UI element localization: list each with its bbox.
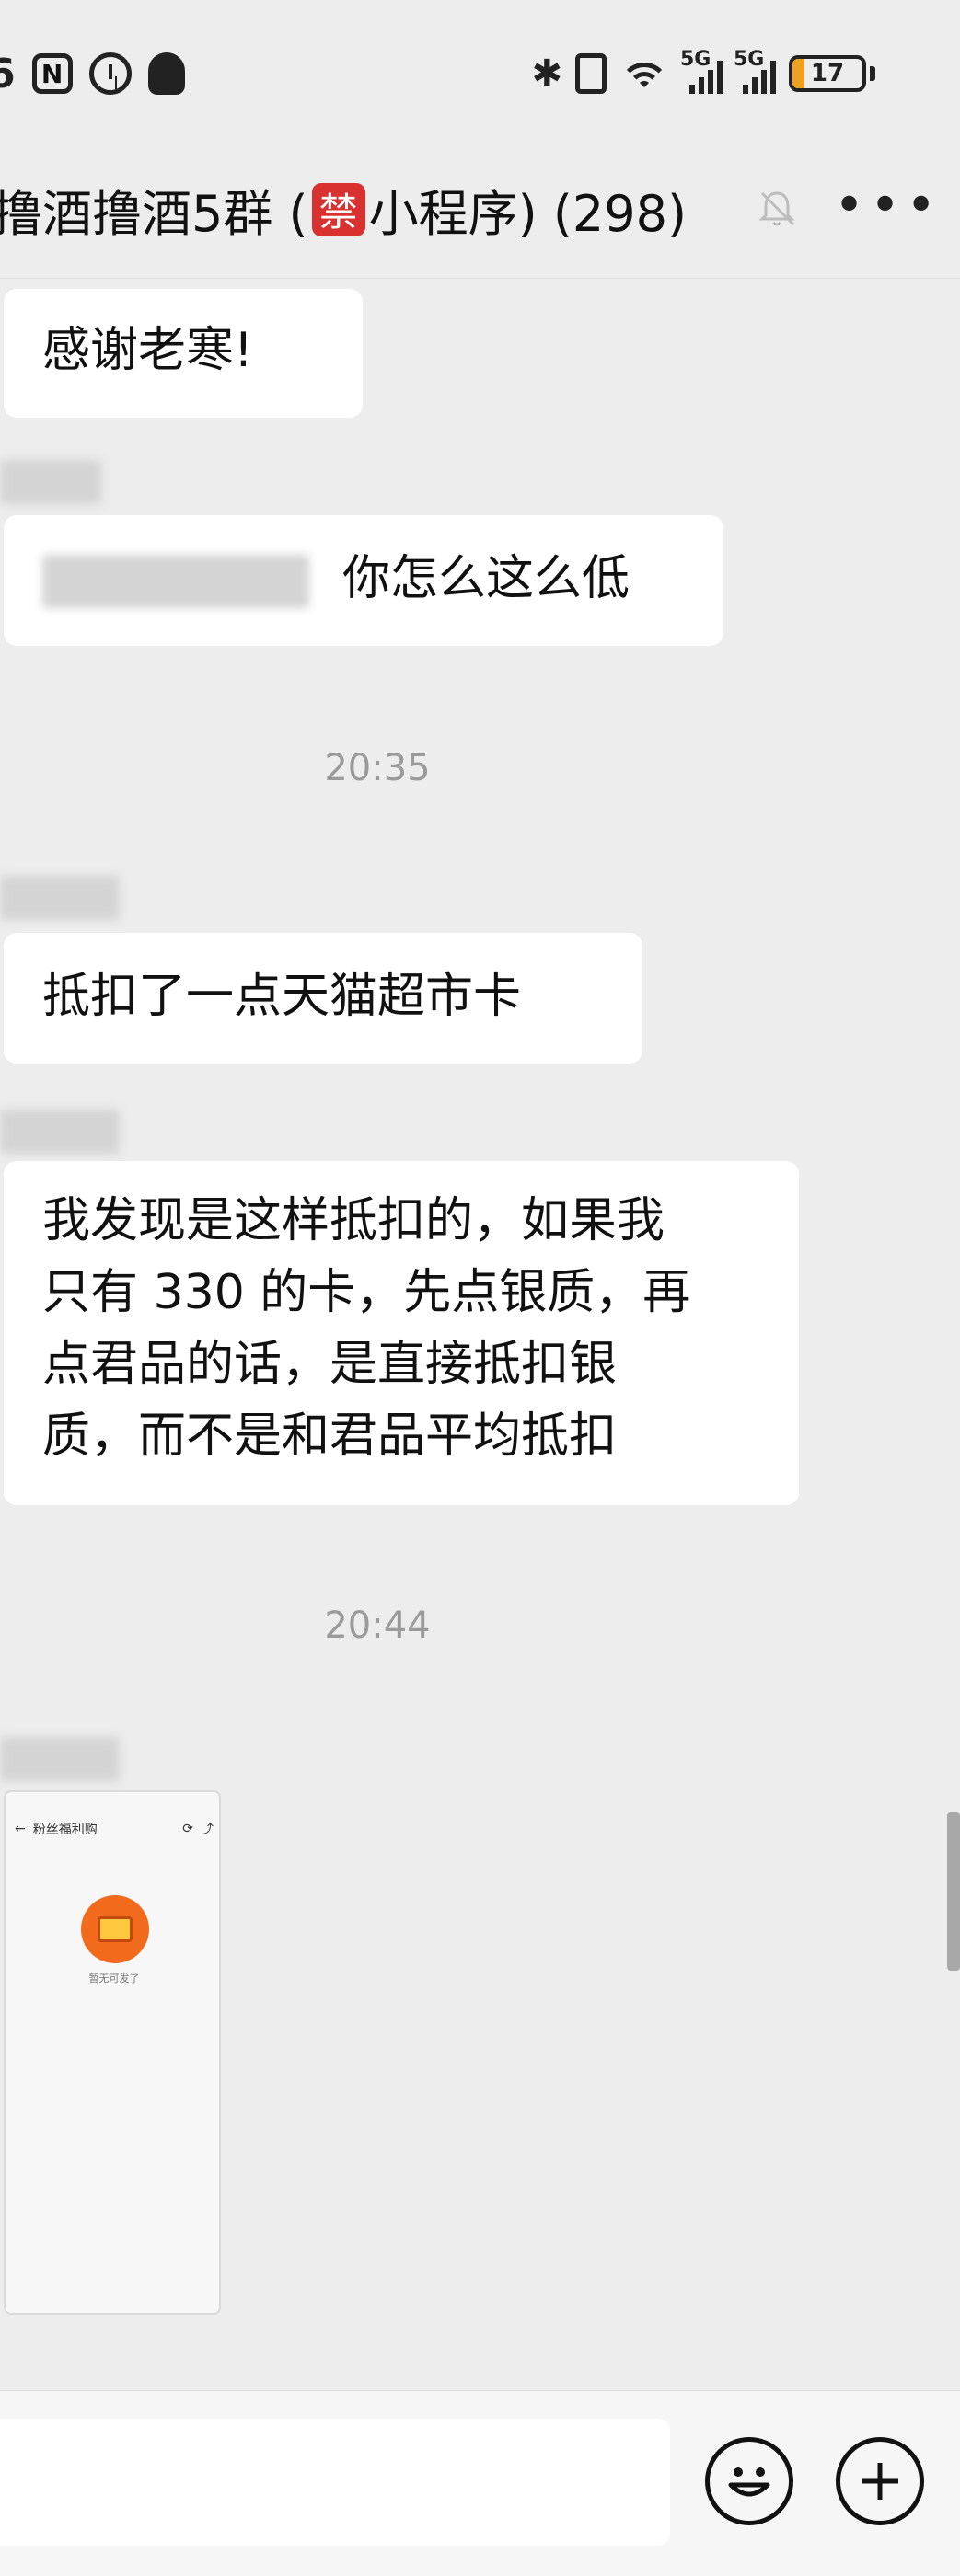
mini-program-subtitle: 暂无可发了: [88, 1972, 140, 1984]
message-text: 你怎么这么低: [342, 551, 630, 606]
chat-title[interactable]: 撸酒撸酒5群 ( 禁 小程序) (298): [0, 173, 687, 246]
battery-cap: [870, 66, 875, 81]
ban-emoji-icon: 禁: [311, 182, 365, 236]
message-bubble[interactable]: 抵扣了一点天猫超市卡: [4, 933, 642, 1064]
timestamp: 20:35: [324, 747, 431, 789]
scrollbar[interactable]: [947, 1812, 960, 1971]
alarm-icon: [88, 52, 132, 95]
input-bar: [0, 2390, 960, 2576]
mini-program-card[interactable]: ← 粉丝福利购 ⟳ ⤴ 暂无可发了: [4, 1790, 221, 2315]
message-line: 点君品的话，是直接抵扣银: [42, 1337, 618, 1392]
timestamp: 20:44: [324, 1604, 431, 1647]
blurred-sender-name: [0, 1110, 120, 1154]
message-line: 我发现是这样抵扣的，如果我: [42, 1193, 665, 1248]
status-fragment: 6: [0, 50, 16, 98]
signal-5g-icon: 5G: [734, 48, 776, 94]
plus-icon: [862, 2463, 898, 2500]
message-text: 感谢老寒!: [42, 323, 253, 378]
battery-icon: 17: [789, 55, 866, 92]
bluetooth-icon: ✱: [531, 52, 562, 95]
blurred-sender-name: [0, 876, 120, 920]
blurred-sender-name: [0, 460, 101, 504]
message-bubble[interactable]: 你怎么这么低: [4, 515, 723, 646]
status-bar: 6 N ✱ 5G 5G 17: [0, 0, 960, 147]
message-input[interactable]: [0, 2419, 670, 2546]
refresh-icon: ⟳: [182, 1822, 193, 1836]
blurred-mention: [42, 555, 309, 608]
message-text: 抵扣了一点天猫超市卡: [42, 969, 522, 1024]
message-bubble[interactable]: 我发现是这样抵扣的，如果我 只有 330 的卡，先点银质，再 点君品的话，是直接…: [4, 1161, 799, 1505]
plus-button[interactable]: [836, 2437, 924, 2525]
more-icon[interactable]: •••: [834, 180, 942, 232]
battery-level: 17: [810, 60, 845, 87]
mini-program-topbar: ← 粉丝福利购 ⟳ ⤴: [15, 1820, 214, 1838]
emoji-icon: [728, 2467, 770, 2497]
chat-title-suffix: 小程序) (298): [368, 185, 688, 243]
message-line: 质，而不是和君品平均抵扣: [42, 1409, 618, 1464]
chat-title-prefix: 撸酒撸酒5群 (: [0, 185, 308, 243]
back-arrow-icon: ←: [15, 1822, 26, 1836]
header-divider: [0, 278, 960, 279]
share-icon: ⤴: [201, 1823, 214, 1837]
qq-icon: [147, 52, 185, 95]
signal-5g-icon: 5G: [680, 48, 723, 94]
message-bubble[interactable]: 感谢老寒!: [4, 289, 363, 418]
nfc-icon: N: [31, 53, 73, 94]
mini-program-name: 粉丝福利购: [32, 1823, 98, 1837]
blurred-sender-name: [0, 1737, 120, 1781]
mute-bell-icon[interactable]: [755, 186, 799, 230]
mini-program-logo: [81, 1895, 149, 1963]
status-right: ✱ 5G 5G 17: [531, 48, 875, 99]
battery-fill: [792, 59, 804, 88]
wifi-icon: [619, 53, 669, 94]
status-left: 6 N: [0, 48, 185, 99]
chat-header: 撸酒撸酒5群 ( 禁 小程序) (298) •••: [0, 166, 960, 267]
message-line: 只有 330 的卡，先点银质，再: [42, 1265, 691, 1320]
vibrate-icon: [575, 53, 607, 94]
emoji-button[interactable]: [705, 2437, 793, 2525]
